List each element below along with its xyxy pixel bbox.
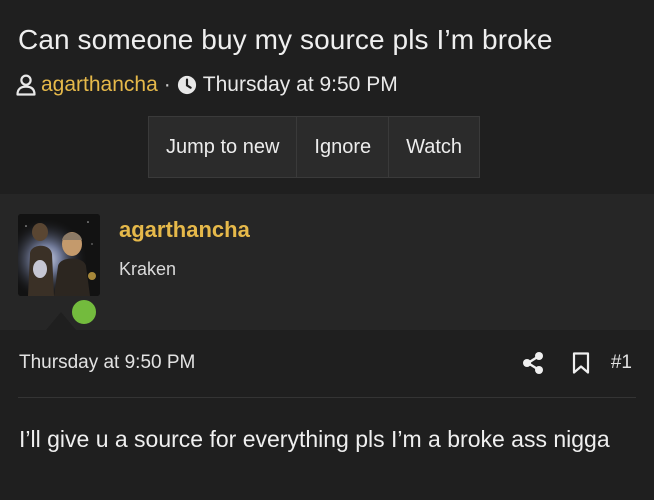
jump-to-new-button[interactable]: Jump to new [149,117,298,177]
thread-meta: agarthancha · Thursday at 9:50 PM [16,71,398,99]
post-divider [18,397,636,398]
thread-author-link[interactable]: agarthancha [41,73,158,97]
bookmark-icon[interactable] [569,350,593,376]
ignore-button[interactable]: Ignore [297,117,390,177]
panel-pointer [46,312,76,330]
avatar-container[interactable] [18,214,100,327]
post-date[interactable]: Thursday at 9:50 PM [19,352,195,374]
user-title: Kraken [119,259,177,279]
clock-icon [177,74,197,96]
post-user-panel: agarthancha Kraken [0,194,654,330]
post-actions: #1 [521,348,632,378]
share-icon[interactable] [521,350,545,376]
meta-separator: · [163,73,171,96]
thread-actions: Jump to new Ignore Watch [148,116,481,178]
thread-header: Can someone buy my source pls I’m broke … [0,0,654,194]
thread-date[interactable]: Thursday at 9:50 PM [203,73,398,97]
post-message: I’ll give u a source for everything pls … [19,426,610,452]
post-number-link[interactable]: #1 [611,352,632,374]
thread-page: Can someone buy my source pls I’m broke … [0,0,654,500]
thread-title: Can someone buy my source pls I’m broke [18,24,553,55]
user-icon [16,74,36,96]
watch-button[interactable]: Watch [389,117,479,177]
post-username[interactable]: agarthancha [119,217,250,243]
post-body: Thursday at 9:50 PM #1 I’ll give u a sou… [0,330,654,500]
avatar[interactable] [18,214,100,296]
